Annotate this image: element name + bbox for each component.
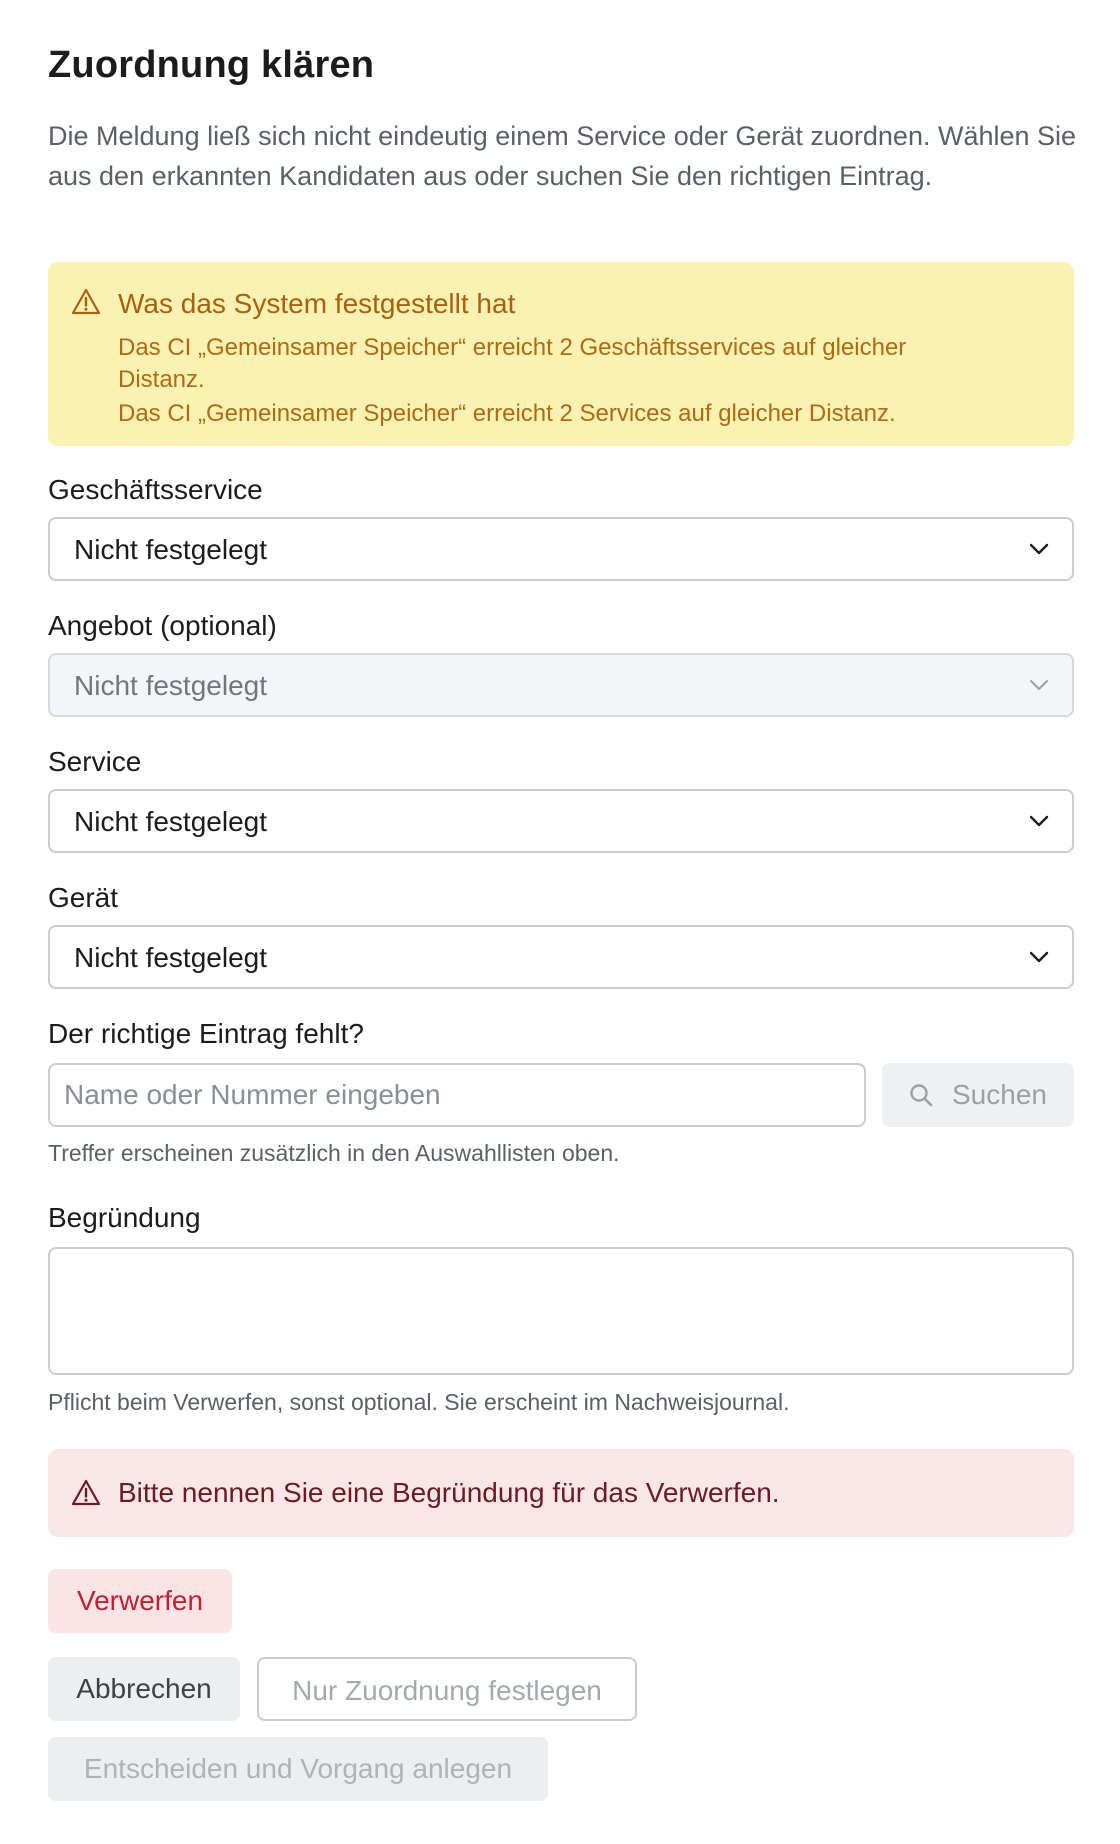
offering-value: Nicht festgelegt <box>74 670 267 701</box>
warning-triangle-icon <box>71 1479 101 1506</box>
system-notice: Was das System festgestellt hat Das CI „… <box>48 262 1074 446</box>
offering-label: Angebot (optional) <box>48 610 277 641</box>
service-select[interactable]: Nicht festgelegt <box>48 789 1074 853</box>
warning-triangle-icon <box>71 288 101 315</box>
reason-help-text: Pflicht beim Verwerfen, sonst optional. … <box>48 1389 790 1415</box>
discard-button-label: Verwerfen <box>76 1585 204 1616</box>
service-value: Nicht festgelegt <box>74 806 267 837</box>
search-button[interactable]: Suchen <box>882 1063 1074 1127</box>
cancel-button[interactable]: Abbrechen <box>48 1657 240 1721</box>
error-text: Bitte nennen Sie eine Begründung für das… <box>118 1477 780 1508</box>
chevron-down-icon <box>1029 951 1049 963</box>
cancel-button-label: Abbrechen <box>76 1673 212 1704</box>
assign-only-button[interactable]: Nur Zuordnung festlegen <box>257 1657 637 1721</box>
notice-line: Das CI „Gemeinsamer Speicher“ erreicht 2… <box>118 400 896 427</box>
search-icon <box>910 1084 933 1107</box>
device-select[interactable]: Nicht festgelegt <box>48 925 1074 989</box>
page-title: Zuordnung klären <box>48 44 375 86</box>
offering-select[interactable]: Nicht festgelegt <box>48 653 1074 717</box>
business-service-value: Nicht festgelegt <box>74 534 267 565</box>
search-button-label: Suchen <box>952 1079 1047 1110</box>
search-label: Der richtige Eintrag fehlt? <box>48 1018 364 1049</box>
notice-line: Das CI „Gemeinsamer Speicher“ erreicht 2… <box>118 334 907 361</box>
reason-label: Begründung <box>48 1202 201 1233</box>
search-field[interactable] <box>48 1063 866 1127</box>
chevron-down-icon <box>1029 815 1049 827</box>
chevron-down-icon <box>1030 680 1048 690</box>
discard-button[interactable]: Verwerfen <box>48 1569 232 1633</box>
decide-and-create-button[interactable]: Entscheiden und Vorgang anlegen <box>48 1737 548 1801</box>
business-service-select[interactable]: Nicht festgelegt <box>48 517 1074 581</box>
search-help-text: Treffer erscheinen zusätzlich in den Aus… <box>48 1140 620 1166</box>
search-input[interactable] <box>64 1075 844 1115</box>
service-label: Service <box>48 746 142 777</box>
assignment-dialog: Zuordnung klären Die Meldung ließ sich n… <box>0 0 1120 1844</box>
business-service-label: Geschäftsservice <box>48 474 263 505</box>
device-value: Nicht festgelegt <box>74 942 267 973</box>
assign-only-button-label: Nur Zuordnung festlegen <box>292 1675 602 1706</box>
error-message: Bitte nennen Sie eine Begründung für das… <box>48 1449 1074 1537</box>
notice-title: Was das System festgestellt hat <box>118 288 516 319</box>
device-label: Gerät <box>48 882 119 913</box>
decide-button-label: Entscheiden und Vorgang anlegen <box>83 1753 513 1784</box>
reason-textarea[interactable] <box>48 1247 1074 1375</box>
notice-line: Distanz. <box>118 366 205 393</box>
chevron-down-icon <box>1029 543 1049 555</box>
intro-text: Die Meldung ließ sich nicht eindeutig ei… <box>48 121 1077 191</box>
